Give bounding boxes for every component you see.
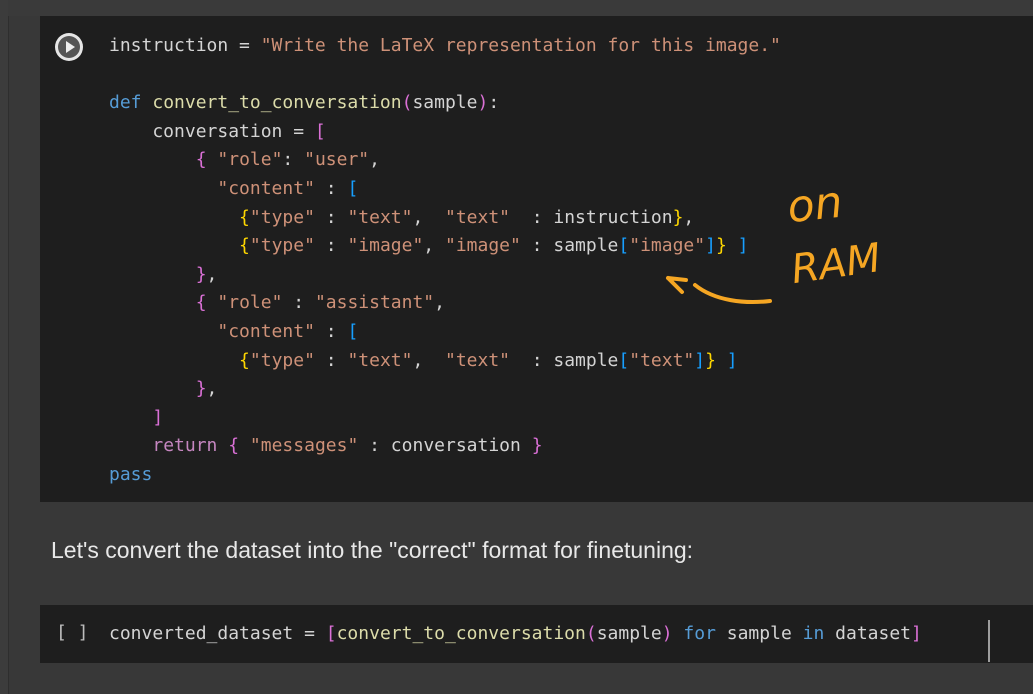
previous-cell-edge [8,0,1033,16]
code-editor-1[interactable]: instruction = "Write the LaTeX represent… [109,32,781,490]
code-line: {"type" : "text", "text" : sample["text"… [239,349,738,371]
code-line: def convert_to_conversation(sample): [109,92,500,114]
code-line: { "role" : "assistant", [195,292,445,314]
code-line: return { "messages" : conversation } [152,435,543,457]
markdown-text-cell: Let's convert the dataset into the "corr… [51,537,694,563]
code-line: "content" : [ [217,320,359,342]
execution-count[interactable]: [ ] [56,622,89,643]
code-line: conversation = [ [109,120,326,142]
text-cursor [988,620,990,662]
code-line: { "role": "user", [195,149,380,171]
run-cell-button[interactable] [55,33,83,61]
code-line: ] [152,406,164,428]
code-line: converted_dataset = [convert_to_conversa… [109,623,922,644]
code-line: {"type" : "text", "text" : instruction}, [239,206,695,228]
code-line: instruction = "Write the LaTeX represent… [109,35,781,56]
code-line: pass [109,463,153,485]
code-line: {"type" : "image", "image" : sample["ima… [239,235,749,257]
code-line: }, [195,263,218,285]
code-line: }, [195,378,218,400]
play-icon [58,36,80,58]
code-line: "content" : [ [217,177,359,199]
left-gutter [0,0,9,694]
code-editor-2[interactable]: converted_dataset = [convert_to_conversa… [109,621,922,647]
